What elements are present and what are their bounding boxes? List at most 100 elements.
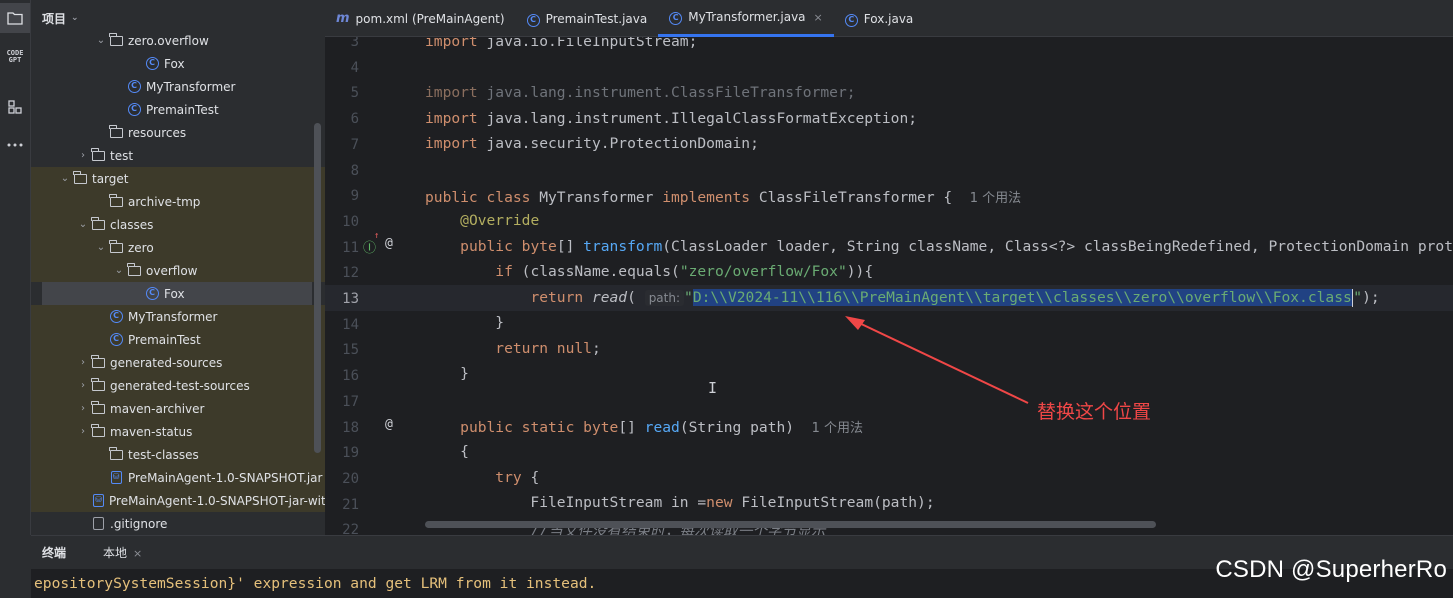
folder-icon xyxy=(127,262,141,277)
code-line-21: FileInputStream in =new FileInputStream(… xyxy=(425,494,935,511)
structure-icon[interactable] xyxy=(0,92,30,122)
override-arrow-icon: ↑ xyxy=(374,231,380,241)
code-line-15: return null; xyxy=(495,340,601,357)
project-tree: ⌄ zero.overflow C Fox C MyTransformer C Premain… xyxy=(31,29,325,535)
code-line-10: @Override xyxy=(460,212,540,229)
folder-icon xyxy=(91,423,105,438)
tree-item[interactable]: test-classes xyxy=(31,443,325,466)
usage-hint[interactable]: 1 个用法 xyxy=(812,421,863,436)
editor-tab[interactable]: C MyTransformer.java × xyxy=(658,0,834,37)
chevron-down-icon[interactable]: ⌄ xyxy=(71,13,79,23)
tree-item-label: PremainTest xyxy=(146,102,219,117)
code-line-7: import java.security.ProtectionDomain; xyxy=(425,135,759,152)
tree-item[interactable]: ⌄ classes xyxy=(31,213,325,236)
tree-item[interactable]: › maven-status xyxy=(31,420,325,443)
code-line-6: import java.lang.instrument.IllegalClass… xyxy=(425,110,918,127)
tree-item[interactable]: › test xyxy=(31,144,325,167)
tree-item-label: .gitignore xyxy=(110,516,168,531)
line-number: 17 xyxy=(342,393,359,410)
tree-item[interactable]: archive-tmp xyxy=(31,190,325,213)
tree-item[interactable]: ⌄ overflow xyxy=(31,259,325,282)
editor-tabs: m pom.xml (PreMainAgent) C PremainTest.java… xyxy=(325,0,1453,37)
chevron-right-icon[interactable]: › xyxy=(75,403,91,414)
code-line-20: try { xyxy=(495,469,540,486)
more-icon[interactable] xyxy=(0,130,30,160)
tree-item[interactable]: ⛁ PreMainAgent-1.0-SNAPSHOT.jar xyxy=(31,466,325,489)
horizontal-scrollbar[interactable] xyxy=(425,521,1156,528)
code-line-11: public byte[] transform(ClassLoader load… xyxy=(460,238,1453,255)
tree-item-label: zero.overflow xyxy=(128,33,209,48)
terminal-tab-local[interactable]: 本地 × xyxy=(103,544,142,561)
line-number: 8 xyxy=(350,162,359,179)
folder-icon xyxy=(109,124,123,139)
at-sign-icon[interactable]: @ xyxy=(385,236,393,251)
tree-item-label: PremainTest xyxy=(128,332,201,347)
codegpt-icon[interactable]: CODE GPT xyxy=(0,42,30,72)
close-icon[interactable]: × xyxy=(133,547,142,560)
tree-item[interactable]: C Fox xyxy=(42,282,312,305)
tree-item[interactable]: C MyTransformer xyxy=(31,75,325,98)
code-line-12: if (className.equals("zero/overflow/Fox"… xyxy=(495,263,874,280)
editor-tab[interactable]: C PremainTest.java xyxy=(516,0,659,37)
tree-item[interactable]: ⛁ PreMainAgent-1.0-SNAPSHOT-jar-with-depe… xyxy=(31,489,325,512)
chevron-down-icon[interactable]: ⌄ xyxy=(93,242,109,253)
annotation-label: 替换这个位置 xyxy=(1037,401,1152,423)
tree-item-label: test xyxy=(110,148,134,163)
jar-icon: ⛁ xyxy=(93,494,104,507)
activity-bar: CODE GPT xyxy=(0,0,31,535)
chevron-right-icon[interactable]: › xyxy=(75,426,91,437)
tree-item-label: zero xyxy=(128,240,154,255)
line-number: 20 xyxy=(342,470,359,487)
chevron-right-icon[interactable]: › xyxy=(75,357,91,368)
folder-icon xyxy=(91,377,105,392)
chevron-down-icon[interactable]: ⌄ xyxy=(57,173,73,184)
bottom-left-strip xyxy=(0,535,31,598)
tree-item[interactable]: .gitignore xyxy=(31,512,325,535)
tab-label: pom.xml (PreMainAgent) xyxy=(355,11,505,26)
tree-scrollbar[interactable] xyxy=(314,123,321,453)
watermark: CSDN @SuperherRo xyxy=(1215,556,1447,583)
tree-item-label: maven-archiver xyxy=(110,401,205,416)
tree-item-label: MyTransformer xyxy=(146,79,236,94)
tree-item[interactable]: ⌄ zero.overflow xyxy=(31,29,325,52)
folder-icon xyxy=(91,147,105,162)
tree-item[interactable]: ⌄ zero xyxy=(31,236,325,259)
chevron-right-icon[interactable]: › xyxy=(75,380,91,391)
usage-hint[interactable]: 1 个用法 xyxy=(970,191,1021,206)
terminal-title: 终端 xyxy=(42,546,67,560)
class-icon: C xyxy=(109,333,123,346)
tree-item[interactable]: resources xyxy=(31,121,325,144)
folder-icon xyxy=(109,193,123,208)
tree-item-label: Fox xyxy=(164,286,185,301)
chevron-down-icon[interactable]: ⌄ xyxy=(93,35,109,46)
tree-item[interactable]: C MyTransformer xyxy=(31,305,325,328)
line-number: 13 xyxy=(342,291,359,307)
tree-item[interactable]: C Fox xyxy=(31,52,325,75)
chevron-down-icon[interactable]: ⌄ xyxy=(75,219,91,230)
tree-item[interactable]: › generated-sources xyxy=(31,351,325,374)
tree-item[interactable]: › maven-archiver xyxy=(31,397,325,420)
class-icon: C xyxy=(145,287,159,300)
tree-item-label: MyTransformer xyxy=(128,309,218,324)
editor-tab[interactable]: m pom.xml (PreMainAgent) xyxy=(325,0,516,37)
tree-item[interactable]: › generated-test-sources xyxy=(31,374,325,397)
line-number: 15 xyxy=(342,342,359,359)
tree-item[interactable]: C PremainTest xyxy=(31,98,325,121)
line-number: 11 xyxy=(342,239,359,256)
chevron-down-icon[interactable]: ⌄ xyxy=(111,265,127,276)
tree-item[interactable]: C PremainTest xyxy=(31,328,325,351)
class-icon: C xyxy=(669,9,683,25)
code-editor[interactable]: 3 4 5 6 7 8 9 10 11 12 13 14 15 16 17 18 19 20 21 22 Ⓘ ↑ @ … xyxy=(325,37,1453,535)
line-gutter: 3 4 5 6 7 8 9 10 11 12 13 14 15 16 17 18 19 20 21 22 xyxy=(325,37,417,535)
folder-icon xyxy=(91,354,105,369)
chevron-right-icon[interactable]: › xyxy=(75,150,91,161)
at-sign-icon[interactable]: @ xyxy=(385,417,393,432)
selected-path-string[interactable]: D:\\V2024-11\\116\\PreMainAgent\\target\… xyxy=(692,289,1352,306)
line-number: 7 xyxy=(350,136,359,153)
tree-item[interactable]: ⌄ target xyxy=(31,167,325,190)
close-icon[interactable]: × xyxy=(814,11,823,24)
class-icon: C xyxy=(127,80,141,93)
editor-tab[interactable]: C Fox.java xyxy=(834,0,925,37)
line-number: 19 xyxy=(342,445,359,462)
project-tool-icon[interactable] xyxy=(0,3,30,33)
